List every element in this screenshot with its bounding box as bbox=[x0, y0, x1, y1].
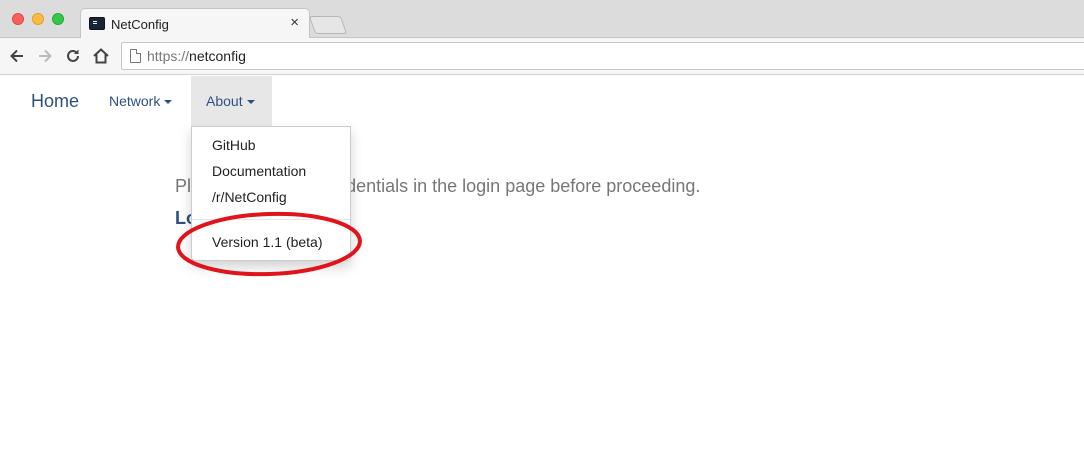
site-navbar: Home Network About bbox=[0, 76, 1084, 126]
maximize-window-icon[interactable] bbox=[52, 13, 64, 25]
forward-arrow-icon[interactable] bbox=[35, 46, 55, 66]
browser-titlebar: NetConfig × bbox=[0, 0, 1084, 39]
home-link[interactable]: Home bbox=[31, 91, 79, 112]
network-menu[interactable]: Network bbox=[109, 76, 173, 126]
url-host: netconfig bbox=[189, 48, 246, 64]
menu-item-documentation[interactable]: Documentation bbox=[212, 163, 306, 179]
browser-toolbar: https://netconfig bbox=[0, 38, 1084, 75]
close-window-icon[interactable] bbox=[12, 13, 24, 25]
new-tab-button[interactable] bbox=[308, 16, 348, 34]
caret-down-icon bbox=[246, 100, 255, 105]
url-scheme: https:// bbox=[147, 48, 190, 64]
tab-close-icon[interactable]: × bbox=[290, 15, 299, 31]
menu-item-subreddit[interactable]: /r/NetConfig bbox=[212, 189, 287, 205]
tab-title: NetConfig bbox=[111, 17, 169, 32]
home-icon[interactable] bbox=[91, 46, 111, 66]
about-dropdown-menu: GitHub Documentation /r/NetConfig Versio… bbox=[191, 126, 351, 261]
version-label: Version 1.1 (beta) bbox=[212, 234, 323, 250]
browser-tab[interactable]: NetConfig × bbox=[80, 8, 310, 39]
page-info-icon[interactable] bbox=[130, 49, 141, 63]
url-text: https://netconfig bbox=[147, 48, 246, 64]
back-arrow-icon[interactable] bbox=[7, 46, 27, 66]
about-menu[interactable]: About bbox=[191, 76, 272, 126]
terminal-favicon-icon bbox=[89, 17, 105, 30]
menu-divider bbox=[192, 219, 350, 220]
network-menu-label: Network bbox=[109, 93, 161, 109]
caret-down-icon bbox=[164, 100, 173, 105]
menu-item-github[interactable]: GitHub bbox=[212, 137, 256, 153]
minimize-window-icon[interactable] bbox=[32, 13, 44, 25]
about-menu-label: About bbox=[206, 93, 243, 109]
reload-icon[interactable] bbox=[63, 46, 83, 66]
address-bar[interactable]: https://netconfig bbox=[121, 42, 1084, 70]
